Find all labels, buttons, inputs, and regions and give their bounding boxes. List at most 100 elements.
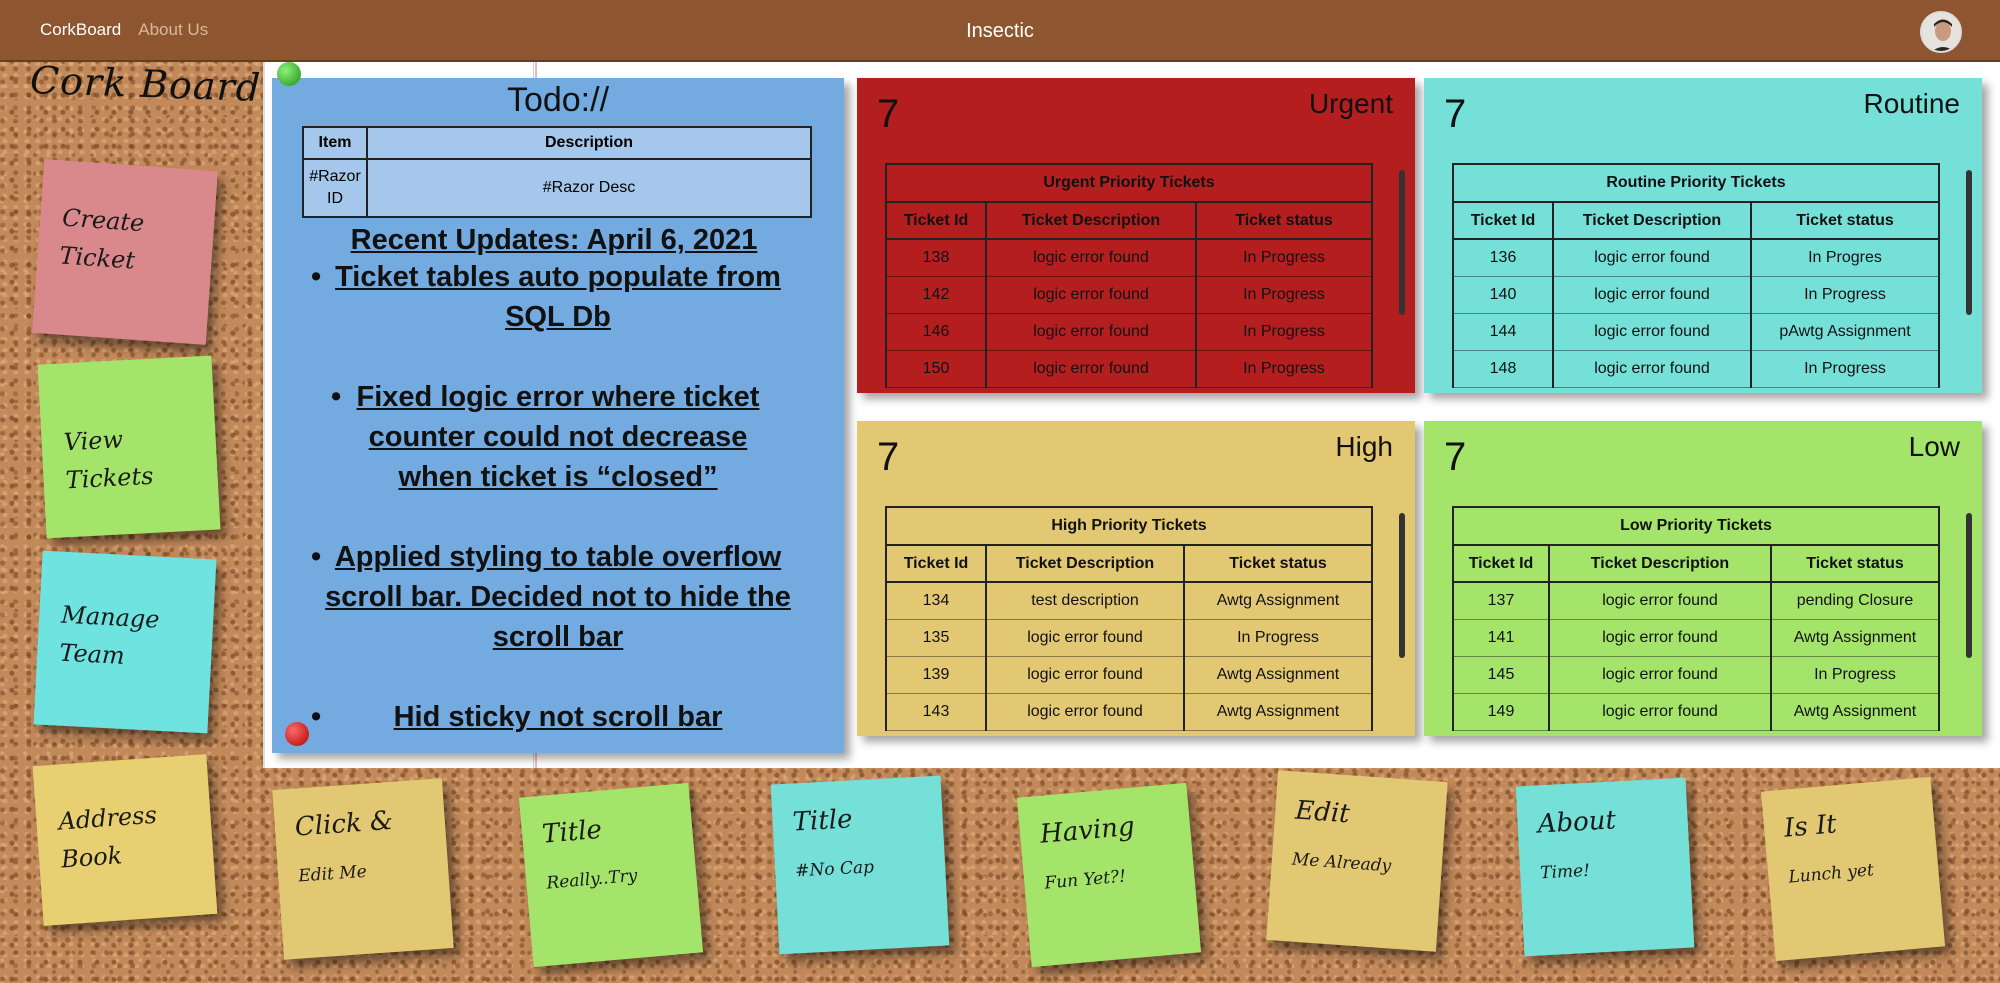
ticket-description: logic error found — [1552, 312, 1752, 351]
note-text: Fun Yet?! — [1043, 866, 1127, 894]
col-ticket-id: Ticket Id — [885, 201, 987, 240]
todo-cell-description: #Razor Desc — [366, 158, 812, 218]
high-caption: High Priority Tickets — [885, 506, 1373, 546]
todo-col-description: Description — [366, 126, 812, 160]
bottom-note[interactable]: Is It Lunch yet — [1760, 776, 1946, 962]
col-ticket-description: Ticket Description — [1552, 201, 1752, 240]
ticket-status: Awtg Assignment — [1183, 692, 1373, 731]
note-title: About — [1536, 805, 1617, 840]
updates-heading: Recent Updates: April 6, 2021 — [350, 224, 758, 256]
ticket-status: Awtg Assignment — [1770, 692, 1940, 731]
avatar-image — [1922, 13, 1960, 51]
ticket-id: 135 — [885, 618, 987, 657]
ticket-status: In Progress — [1195, 275, 1373, 314]
ticket-id: 139 — [885, 655, 987, 694]
table-row[interactable]: 145 logic error found In Progress — [1452, 655, 1940, 694]
create-ticket-note[interactable]: Create Ticket — [32, 159, 218, 345]
urgent-scrollbar[interactable] — [1399, 170, 1405, 315]
ticket-description: logic error found — [1548, 581, 1772, 620]
low-scrollbar[interactable] — [1966, 513, 1972, 658]
recent-updates: Recent Updates: April 6, 2021 Ticket tab… — [272, 224, 844, 737]
ticket-id: 149 — [1452, 692, 1550, 731]
col-ticket-id: Ticket Id — [885, 544, 987, 583]
col-ticket-description: Ticket Description — [985, 544, 1185, 583]
ticket-description: logic error found — [985, 349, 1197, 388]
ticket-status: In Progress — [1770, 655, 1940, 694]
ticket-description: logic error found — [985, 312, 1197, 351]
table-row[interactable]: 138 logic error found In Progress — [885, 238, 1373, 277]
routine-table: Routine Priority Tickets Ticket Id Ticket… — [1452, 163, 1940, 388]
ticket-status: In Progress — [1195, 238, 1373, 277]
ticket-status: In Progress — [1750, 349, 1940, 388]
ticket-id: 144 — [1452, 312, 1554, 351]
table-row[interactable]: 136 logic error found In Progres — [1452, 238, 1940, 277]
ticket-status: In Progress — [1183, 618, 1373, 657]
urgent-caption: Urgent Priority Tickets — [885, 163, 1373, 203]
table-row[interactable]: 134 test description Awtg Assignment — [885, 581, 1373, 620]
table-row[interactable]: 139 logic error found Awtg Assignment — [885, 655, 1373, 694]
table-row[interactable]: 149 logic error found Awtg Assignment — [1452, 692, 1940, 731]
ticket-description: logic error found — [1548, 618, 1772, 657]
table-row[interactable]: 144 logic error found pAwtg Assignment — [1452, 312, 1940, 351]
cork-board-title: Cork Board — [29, 57, 262, 111]
table-row[interactable]: 137 logic error found pending Closure — [1452, 581, 1940, 620]
update-item: Applied styling to table overflow scroll… — [311, 537, 793, 657]
nav-about-link[interactable]: About Us — [138, 20, 208, 40]
manage-team-note[interactable]: Manage Team — [33, 550, 217, 734]
bottom-note[interactable]: Edit Me Already — [1266, 770, 1448, 952]
top-navbar: CorkBoard About Us Insectic — [0, 0, 2000, 62]
red-pin-icon — [285, 722, 309, 746]
table-row[interactable]: 146 logic error found In Progress — [885, 312, 1373, 351]
todo-table: Item Description #Razor ID #Razor Desc — [302, 126, 812, 218]
urgent-count: 7 — [877, 92, 900, 136]
user-avatar[interactable] — [1920, 11, 1962, 53]
table-row[interactable]: 142 logic error found In Progress — [885, 275, 1373, 314]
view-tickets-note[interactable]: View Tickets — [37, 355, 221, 539]
ticket-description: logic error found — [1548, 655, 1772, 694]
address-book-note[interactable]: Address Book — [32, 754, 218, 926]
ticket-id: 142 — [885, 275, 987, 314]
bottom-note[interactable]: Title Really..Try — [518, 782, 704, 968]
routine-scrollbar[interactable] — [1966, 170, 1972, 315]
high-scrollbar[interactable] — [1399, 513, 1405, 658]
col-ticket-status: Ticket status — [1750, 201, 1940, 240]
table-row[interactable]: 143 logic error found Awtg Assignment — [885, 692, 1373, 731]
ticket-status: In Progres — [1750, 238, 1940, 277]
bottom-note[interactable]: Title #No Cap — [770, 775, 950, 955]
table-row[interactable]: 148 logic error found In Progress — [1452, 349, 1940, 388]
table-row[interactable]: 135 logic error found In Progress — [885, 618, 1373, 657]
ticket-id: 137 — [1452, 581, 1550, 620]
update-item: Fixed logic error where ticket counter c… — [331, 377, 773, 497]
nav-brand-link[interactable]: CorkBoard — [40, 20, 121, 40]
bottom-note[interactable]: Having Fun Yet?! — [1016, 782, 1202, 968]
table-row[interactable]: 140 logic error found In Progress — [1452, 275, 1940, 314]
todo-col-item: Item — [302, 126, 368, 160]
ticket-description: logic error found — [1552, 349, 1752, 388]
col-ticket-status: Ticket status — [1183, 544, 1373, 583]
note-text: Really..Try — [545, 865, 639, 894]
ticket-id: 148 — [1452, 349, 1554, 388]
ticket-description: logic error found — [985, 275, 1197, 314]
low-table: Low Priority Tickets Ticket Id Ticket Des… — [1452, 506, 1940, 731]
ticket-status: pending Closure — [1770, 581, 1940, 620]
col-ticket-status: Ticket status — [1195, 201, 1373, 240]
routine-count: 7 — [1444, 92, 1467, 136]
green-pin-icon — [277, 62, 301, 86]
bottom-note[interactable]: About Time! — [1515, 777, 1695, 957]
high-label: High — [1335, 431, 1393, 462]
note-title: Having — [1038, 811, 1136, 850]
ticket-description: logic error found — [1548, 692, 1772, 731]
ticket-id: 134 — [885, 581, 987, 620]
ticket-description: logic error found — [1552, 238, 1752, 277]
ticket-description: logic error found — [985, 692, 1185, 731]
low-caption: Low Priority Tickets — [1452, 506, 1940, 546]
ticket-description: logic error found — [985, 655, 1185, 694]
table-row[interactable]: 150 logic error found In Progress — [885, 349, 1373, 388]
bottom-note[interactable]: Click & Edit Me — [272, 778, 454, 960]
ticket-id: 138 — [885, 238, 987, 277]
low-label: Low — [1908, 431, 1960, 462]
ticket-id: 143 — [885, 692, 987, 731]
table-row[interactable]: 141 logic error found Awtg Assignment — [1452, 618, 1940, 657]
note-text: Edit Me — [297, 861, 368, 887]
low-count: 7 — [1444, 435, 1467, 479]
